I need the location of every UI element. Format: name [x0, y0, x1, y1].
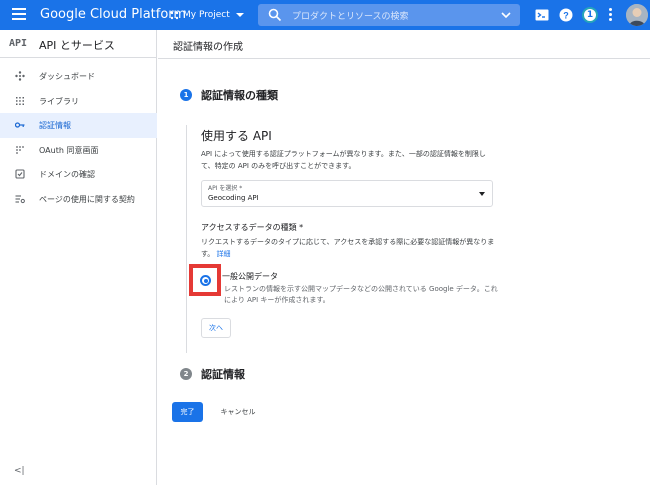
- details-link[interactable]: 詳細: [217, 250, 231, 258]
- data-type-description: リクエストするデータのタイプに応じて、アクセスを承認する際に必要な認証情報が異な…: [201, 236, 496, 260]
- sidebar: API API とサービス ダッシュボード ライブラリ 認証情報 OAuth 同…: [0, 30, 157, 485]
- sidebar-item-domain-verification[interactable]: ドメインの確認: [0, 162, 157, 187]
- project-name: My Project: [183, 10, 230, 20]
- dashboard-icon: [15, 71, 25, 81]
- sidebar-item-oauth[interactable]: OAuth 同意画面: [0, 138, 157, 163]
- api-select-label: API を選択 *: [208, 185, 243, 192]
- api-select-value: Geocoding API: [208, 194, 259, 202]
- radio-selected-dot: [203, 278, 208, 283]
- section-title-api: 使用する API: [201, 129, 272, 143]
- step-2-indicator: 2: [180, 368, 192, 380]
- sidebar-item-label: 認証情報: [39, 121, 71, 130]
- public-data-radio[interactable]: [200, 275, 211, 286]
- sidebar-item-library[interactable]: ライブラリ: [0, 89, 157, 114]
- sidebar-title: API とサービス: [39, 39, 115, 52]
- public-data-option-label[interactable]: 一般公開データ: [222, 271, 278, 282]
- settings-list-icon: [15, 194, 25, 203]
- oauth-icon: [16, 145, 24, 154]
- more-vert-icon[interactable]: [609, 8, 613, 22]
- data-type-description-text: リクエストするデータのタイプに応じて、アクセスを承認する際に必要な認証情報が異な…: [201, 238, 495, 258]
- step-1-indicator: 1: [180, 89, 192, 101]
- chevron-down-icon: [501, 12, 511, 19]
- sidebar-item-page-usage-agreements[interactable]: ページの使用に関する契約: [0, 187, 157, 212]
- svg-text:?: ?: [563, 11, 569, 21]
- public-data-option-description: レストランの情報を示す公開マップデータなどの公開されている Google データ…: [224, 285, 498, 304]
- sidebar-item-label: ライブラリ: [39, 96, 79, 106]
- collapse-sidebar-icon[interactable]: <|: [14, 466, 25, 476]
- sidebar-item-label: ドメインの確認: [39, 170, 95, 179]
- sidebar-header: API API とサービス: [0, 30, 157, 58]
- avatar[interactable]: [626, 4, 648, 26]
- brand-title[interactable]: Google Cloud Platform: [40, 7, 186, 22]
- sidebar-nav: ダッシュボード ライブラリ 認証情報 OAuth 同意画面 ドメインの確認 ペー…: [0, 64, 157, 211]
- avatar-image: [626, 4, 648, 26]
- checkbox-icon: [15, 169, 25, 179]
- help-icon[interactable]: ?: [558, 7, 574, 23]
- api-logo: API: [9, 38, 28, 49]
- sidebar-item-dashboard[interactable]: ダッシュボード: [0, 64, 157, 89]
- menu-icon[interactable]: [12, 8, 26, 20]
- project-selector[interactable]: My Project: [170, 6, 244, 24]
- next-button[interactable]: 次へ: [201, 318, 231, 338]
- search-bar[interactable]: プロダクトとリソースの検索: [258, 4, 520, 26]
- data-type-label: アクセスするデータの種類 *: [201, 223, 304, 232]
- step-1-title: 認証情報の種類: [201, 89, 278, 102]
- search-placeholder: プロダクトとリソースの検索: [292, 12, 409, 22]
- sidebar-item-credentials[interactable]: 認証情報: [0, 113, 157, 138]
- page-header: 認証情報の作成: [158, 30, 650, 59]
- cloud-shell-icon[interactable]: [534, 7, 550, 23]
- section-description: API によって使用する認証プラットフォームが異なります。また、一部の認証情報を…: [201, 150, 486, 170]
- chevron-down-icon: [235, 13, 244, 17]
- top-bar: Google Cloud Platform My Project プロダクトとリ…: [0, 0, 650, 30]
- project-dots-icon: [170, 11, 179, 19]
- sidebar-item-label: OAuth 同意画面: [39, 145, 99, 155]
- library-icon: [16, 96, 24, 105]
- sidebar-item-label: ダッシュボード: [39, 72, 95, 81]
- key-icon: [15, 122, 25, 128]
- radio-highlight-box: [189, 264, 221, 296]
- step-2-title: 認証情報: [201, 368, 245, 381]
- notification-badge[interactable]: 1: [582, 7, 598, 23]
- step-connector-line: [186, 125, 187, 353]
- done-button[interactable]: 完了: [172, 402, 203, 422]
- search-icon: [268, 8, 282, 22]
- sidebar-item-label: ページの使用に関する契約: [39, 194, 135, 204]
- cancel-button[interactable]: キャンセル: [213, 402, 263, 422]
- api-select[interactable]: API を選択 * Geocoding API: [201, 180, 493, 207]
- page-title: 認証情報の作成: [173, 42, 243, 53]
- dropdown-arrow-icon: [479, 192, 485, 196]
